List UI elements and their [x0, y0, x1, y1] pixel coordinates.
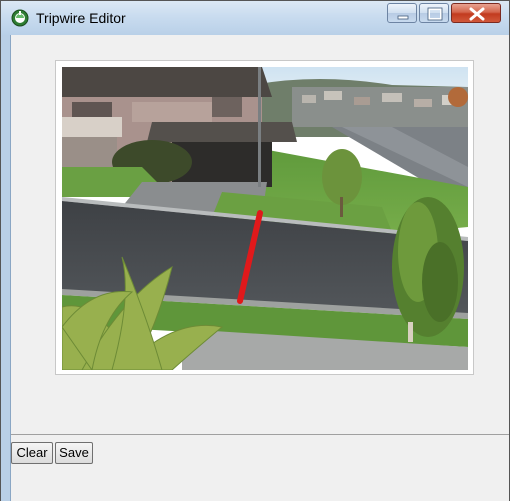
close-button[interactable]: close: [451, 3, 501, 23]
camera-scene: [62, 67, 468, 370]
window-border-left: [1, 35, 11, 501]
minimize-button[interactable]: minimize: [387, 3, 417, 23]
camera-image-frame: [55, 60, 474, 375]
camera-view[interactable]: [62, 67, 468, 370]
toolbar-separator: [11, 434, 509, 435]
window-title: Tripwire Editor: [36, 10, 126, 26]
save-button[interactable]: Save: [55, 442, 93, 464]
client-area: Clear Save: [11, 35, 509, 501]
maximize-icon: [427, 7, 443, 21]
maximize-button[interactable]: maximize: [419, 3, 449, 23]
tripwire-editor-window: Tripwire Editor minimize maximize close: [0, 0, 510, 501]
close-icon: [469, 7, 485, 21]
app-icon: [11, 9, 29, 27]
title-bar[interactable]: Tripwire Editor minimize maximize close: [1, 1, 509, 36]
minimize-icon: [397, 15, 409, 20]
clear-button[interactable]: Clear: [11, 442, 53, 464]
